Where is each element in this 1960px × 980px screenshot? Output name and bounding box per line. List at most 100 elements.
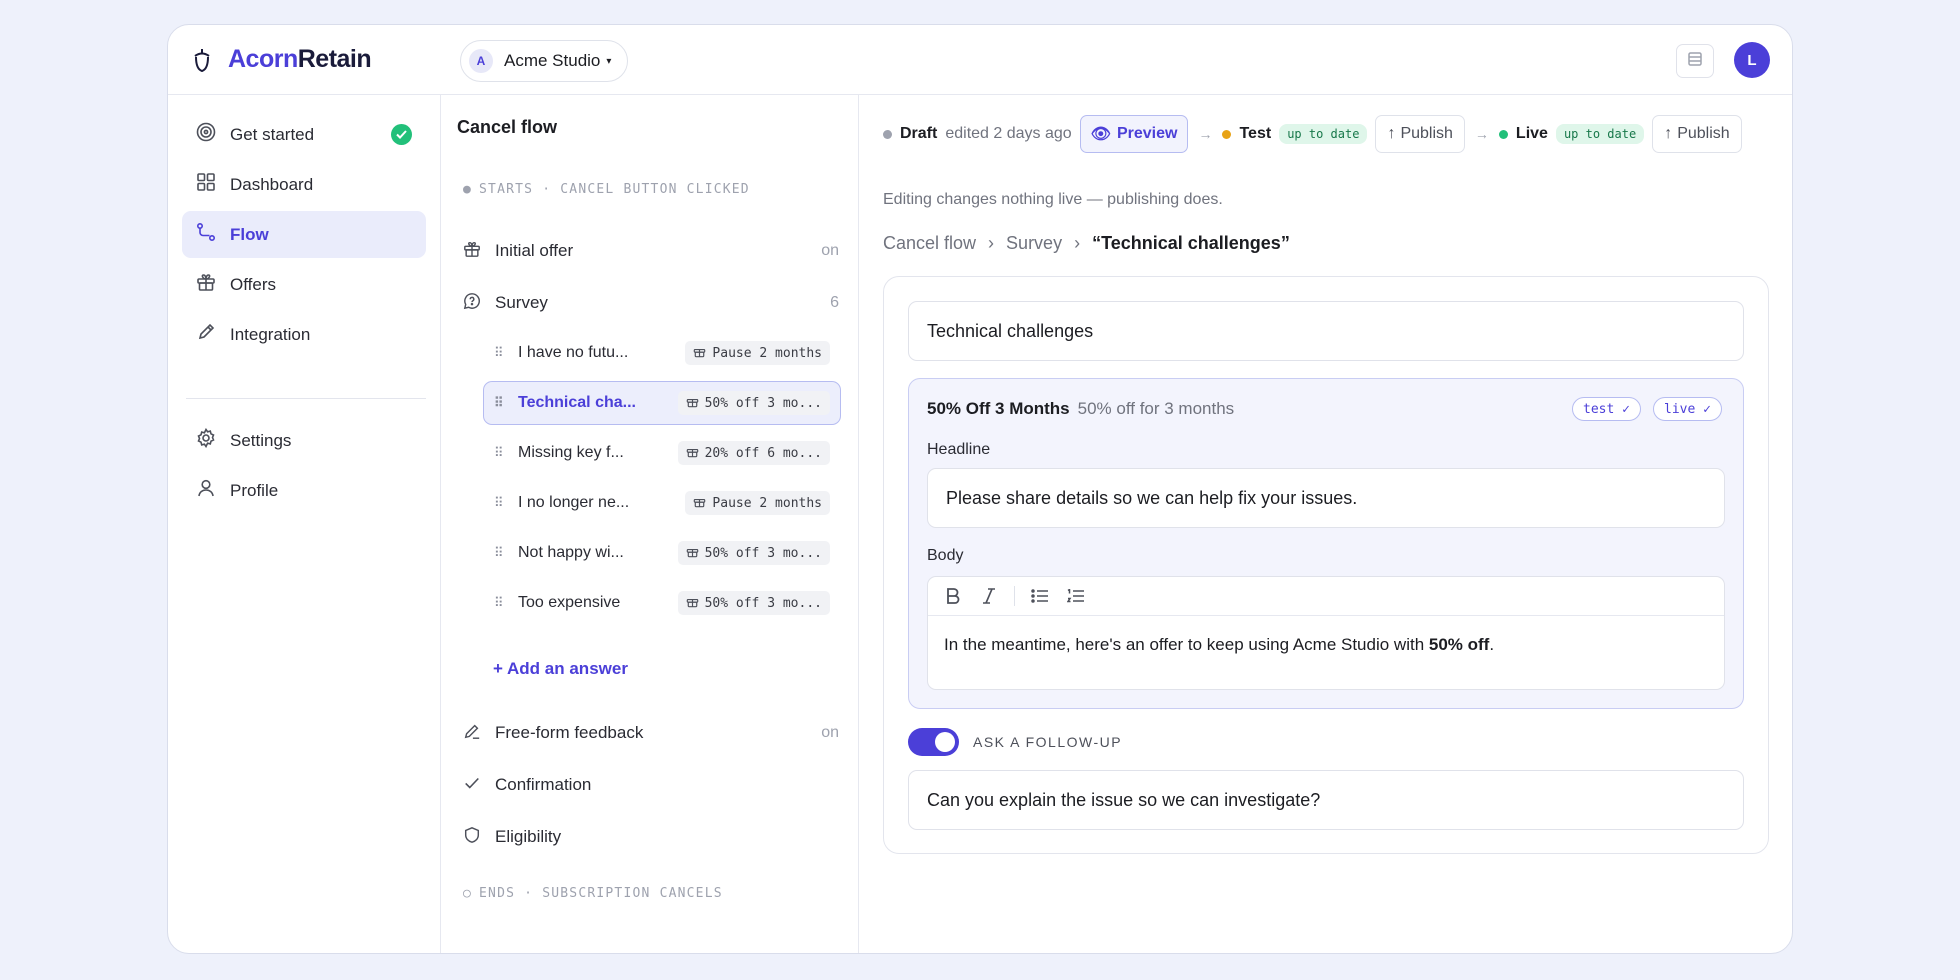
bold-icon[interactable]	[942, 585, 964, 607]
survey-answer[interactable]: ⠿ Missing key f... 20% off 6 mo...	[483, 431, 841, 475]
offer-name: 50% Off 3 Months	[927, 399, 1070, 418]
survey-answer[interactable]: ⠿ Not happy wi... 50% off 3 mo...	[483, 531, 841, 575]
drag-handle-icon[interactable]: ⠿	[494, 495, 506, 511]
flow-end-marker: ○ ENDS · SUBSCRIPTION CANCELS	[463, 886, 723, 901]
drag-handle-icon[interactable]: ⠿	[494, 395, 506, 411]
live-published-badge: live ✓	[1653, 397, 1722, 421]
follow-up-label: ASK A FOLLOW-UP	[973, 734, 1123, 750]
survey-answer[interactable]: ⠿ I no longer ne... Pause 2 months	[483, 481, 841, 525]
step-status: on	[821, 724, 839, 741]
step-label: Survey	[495, 293, 548, 312]
body-editor[interactable]: In the meantime, here's an offer to keep…	[927, 576, 1725, 690]
drag-handle-icon[interactable]: ⠿	[494, 345, 506, 361]
survey-answer[interactable]: ⠿ I have no futu... Pause 2 months	[483, 331, 841, 375]
numbered-list-icon[interactable]	[1065, 585, 1087, 607]
step-status: on	[821, 242, 839, 259]
add-answer-link[interactable]: + Add an answer	[493, 659, 628, 679]
answer-card: Technical challenges 50% Off 3 Months 50%…	[883, 276, 1769, 854]
answer-count: 6	[830, 294, 839, 311]
gift-icon	[693, 345, 706, 362]
offer-title: 50% Off 3 Months 50% off for 3 months	[927, 399, 1234, 419]
user-avatar[interactable]: L	[1734, 42, 1770, 78]
sidebar-item-label: Offers	[230, 274, 276, 294]
gift-icon	[463, 240, 481, 263]
shield-icon	[463, 826, 481, 849]
test-dot	[1222, 129, 1232, 139]
panel-title: Cancel flow	[457, 117, 558, 137]
live-dot	[1498, 129, 1508, 139]
sidebar-item-label: Flow	[230, 224, 269, 244]
step-survey[interactable]: Survey 6	[455, 281, 847, 325]
drag-handle-icon[interactable]: ⠿	[494, 545, 506, 561]
gift-icon	[686, 545, 699, 562]
bullet-list-icon[interactable]	[1029, 585, 1051, 607]
app-window: AcornRetain A Acme Studio ▾ L Get starte…	[167, 24, 1793, 954]
app-logo[interactable]: AcornRetain	[228, 45, 372, 74]
italic-icon[interactable]	[978, 585, 1000, 607]
step-label: Free-form feedback	[495, 723, 644, 742]
top-bar: AcornRetain A Acme Studio ▾ L	[168, 25, 1792, 95]
gift-icon	[686, 445, 699, 462]
answer-editor: Draft edited 2 days ago 👁 Preview → Test…	[859, 95, 1792, 953]
step-confirmation[interactable]: Confirmation	[455, 763, 847, 807]
breadcrumb-root[interactable]: Cancel flow	[883, 233, 976, 254]
step-label: Confirmation	[495, 775, 592, 794]
pen-icon	[196, 322, 216, 347]
offer-chip: 20% off 6 mo...	[677, 441, 830, 465]
body-text[interactable]: In the meantime, here's an offer to keep…	[944, 635, 1494, 655]
offer-chip: 50% off 3 mo...	[677, 391, 830, 415]
draft-label: Draft	[900, 125, 938, 142]
sidebar-item-dashboard[interactable]: Dashboard	[182, 161, 426, 208]
answer-label: I have no futu...	[518, 344, 629, 361]
rich-text-toolbar	[928, 577, 1724, 616]
gift-icon	[686, 595, 699, 612]
live-label: Live	[1515, 125, 1548, 142]
sidebar-item-offers[interactable]: Offers	[182, 261, 426, 308]
step-freeform-feedback[interactable]: Free-form feedback on	[455, 711, 847, 755]
draft-edited-time: edited 2 days ago	[945, 125, 1072, 142]
grid-icon	[196, 172, 216, 197]
check-icon	[463, 774, 481, 797]
breadcrumb: Cancel flow › Survey › “Technical challe…	[883, 233, 1290, 254]
test-status-badge: up to date	[1279, 124, 1368, 144]
survey-answer-selected[interactable]: ⠿ Technical cha... 50% off 3 mo...	[483, 381, 841, 425]
drag-handle-icon[interactable]: ⠿	[494, 595, 506, 611]
offer-chip: Pause 2 months	[685, 341, 830, 365]
arrow-right-icon: →	[1198, 126, 1213, 142]
publish-live-button[interactable]: ↑ Publish	[1652, 115, 1742, 153]
pencil-icon	[463, 722, 481, 745]
sidebar-item-label: Integration	[230, 324, 311, 344]
workspace-switcher[interactable]: A Acme Studio ▾	[460, 40, 629, 82]
headline-input[interactable]: Please share details so we can help fix …	[927, 468, 1725, 528]
panel-toggle-button[interactable]	[1676, 44, 1714, 78]
sidebar-item-label: Profile	[230, 480, 279, 500]
sidebar-item-integration[interactable]: Integration	[182, 311, 426, 358]
arrow-right-icon: →	[1474, 126, 1489, 142]
toolbar-divider	[1014, 586, 1015, 606]
survey-answer[interactable]: ⠿ Too expensive 50% off 3 mo...	[483, 581, 841, 625]
publish-test-button[interactable]: ↑ Publish	[1375, 115, 1465, 153]
step-initial-offer[interactable]: Initial offer on	[455, 229, 847, 273]
ring-icon: ○	[463, 886, 473, 901]
chevron-down-icon: ▾	[606, 55, 612, 67]
gift-icon	[686, 395, 699, 412]
preview-button[interactable]: 👁 Preview	[1079, 115, 1189, 153]
flow-panel: Cancel flow ● STARTS · CANCEL BUTTON CLIC…	[441, 95, 859, 953]
step-label: Initial offer	[495, 241, 574, 260]
sidebar-item-flow[interactable]: Flow	[182, 211, 426, 258]
sidebar-item-profile[interactable]: Profile	[182, 467, 426, 514]
follow-up-toggle[interactable]	[908, 728, 959, 756]
dot-icon: ●	[463, 182, 473, 197]
drag-handle-icon[interactable]: ⠿	[494, 445, 506, 461]
sidebar-item-get-started[interactable]: Get started	[182, 111, 426, 158]
offer-card: 50% Off 3 Months 50% off for 3 months tes…	[908, 378, 1744, 709]
follow-up-question-input[interactable]: Can you explain the issue so we can inve…	[908, 770, 1744, 830]
answer-label: Not happy wi...	[518, 544, 624, 561]
step-eligibility[interactable]: Eligibility	[455, 815, 847, 859]
answer-text-input[interactable]: Technical challenges	[908, 301, 1744, 361]
breadcrumb-parent[interactable]: Survey	[1006, 233, 1062, 254]
offer-chip: 50% off 3 mo...	[677, 541, 830, 565]
check-icon	[391, 124, 412, 145]
sidebar-item-label: Settings	[230, 430, 292, 450]
sidebar-item-settings[interactable]: Settings	[182, 417, 426, 464]
